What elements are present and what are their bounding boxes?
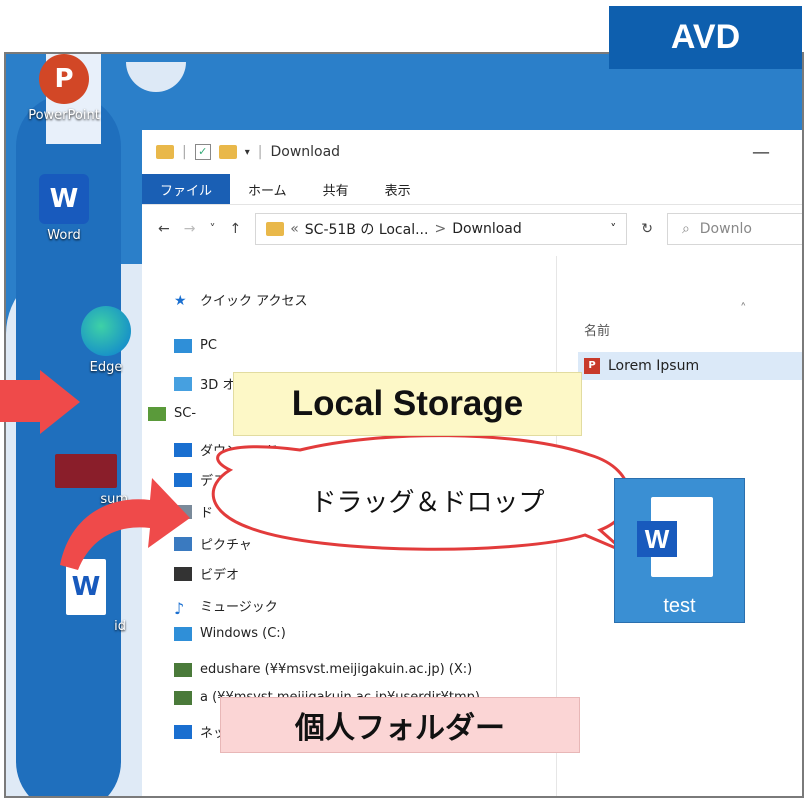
avd-badge: AVD <box>609 6 802 69</box>
drag-arrow <box>60 478 190 570</box>
personal-folder-label: 個人フォルダー <box>220 697 580 753</box>
drag-and-drop-label: ドラッグ＆ドロップ <box>310 487 545 518</box>
arrow-to-local-storage <box>0 370 80 434</box>
local-storage-label: Local Storage <box>233 372 582 436</box>
word-badge-icon: W <box>637 521 677 557</box>
dragged-file-label: test <box>663 595 696 617</box>
